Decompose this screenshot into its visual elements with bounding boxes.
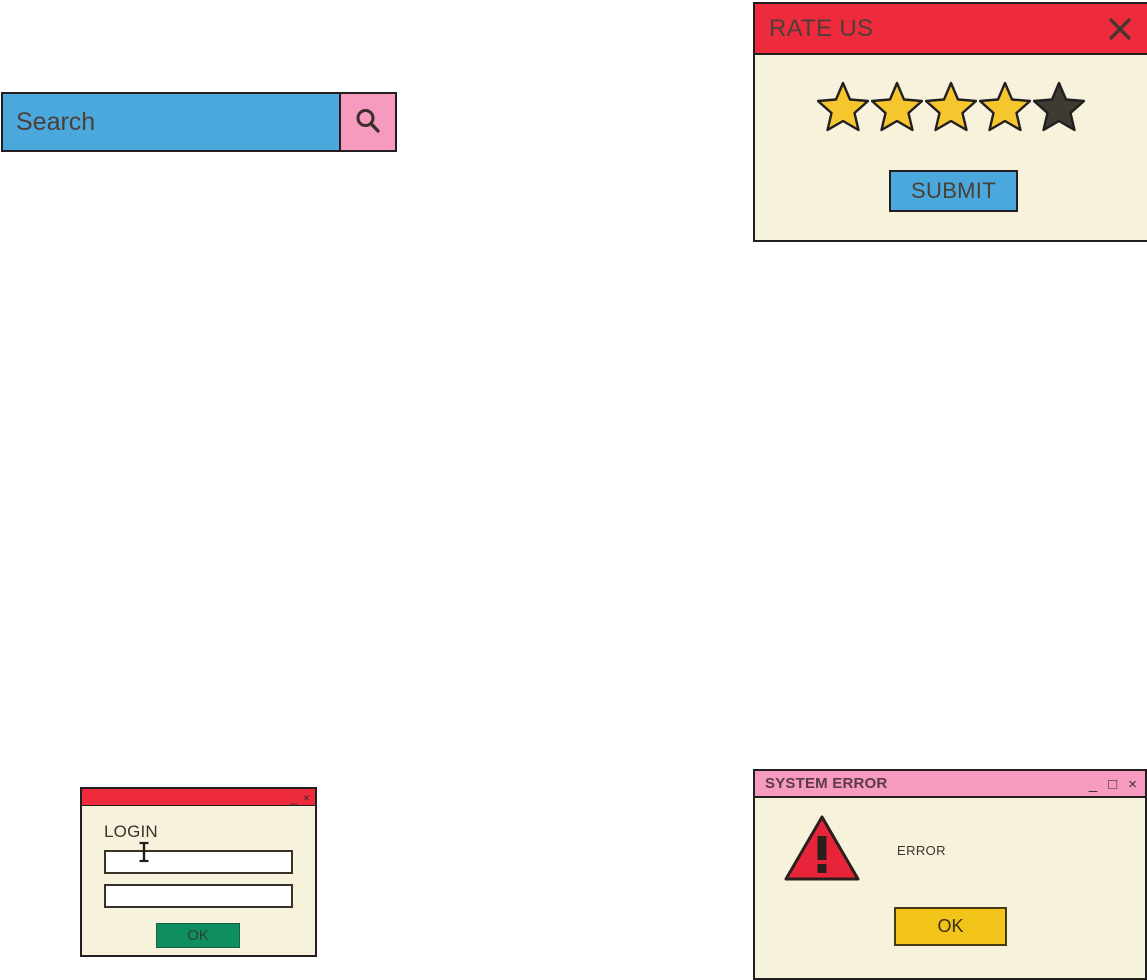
login-titlebar: _ × (82, 789, 315, 806)
search-bar[interactable] (1, 92, 397, 152)
rate-us-titlebar: RATE US (755, 4, 1147, 55)
close-button[interactable]: × (1128, 777, 1137, 792)
search-button[interactable] (339, 94, 395, 150)
search-input[interactable] (3, 94, 339, 150)
star-icon-5[interactable] (1033, 80, 1085, 132)
login-ok-button[interactable]: OK (156, 923, 240, 948)
star-icon-2[interactable] (871, 80, 923, 132)
system-error-titlebar: SYSTEM ERROR _ □ × (755, 771, 1145, 798)
star-icon-3[interactable] (925, 80, 977, 132)
login-dialog: _ × LOGIN OK (80, 787, 317, 957)
system-error-dialog: SYSTEM ERROR _ □ × ERROR OK (753, 769, 1147, 980)
system-error-window-controls: _ □ × (1089, 771, 1137, 798)
login-heading: LOGIN (104, 822, 158, 841)
close-button[interactable]: × (303, 792, 310, 804)
maximize-button[interactable]: □ (1108, 777, 1117, 792)
system-error-title: SYSTEM ERROR (765, 775, 888, 792)
password-field[interactable] (104, 884, 293, 908)
rate-us-title: RATE US (769, 14, 874, 42)
login-window-controls: _ × (290, 789, 310, 806)
username-field[interactable] (104, 850, 293, 874)
minimize-button[interactable]: _ (1089, 777, 1097, 792)
star-icon-4[interactable] (979, 80, 1031, 132)
error-message: ERROR (897, 843, 946, 858)
star-icon-1[interactable] (817, 80, 869, 132)
system-error-ok-button[interactable]: OK (894, 907, 1007, 946)
star-rating[interactable] (755, 80, 1147, 132)
close-icon[interactable] (1107, 16, 1133, 42)
submit-button[interactable]: SUBMIT (889, 170, 1018, 212)
rate-us-dialog: RATE US SUBMIT (753, 2, 1147, 242)
warning-triangle-icon (783, 814, 861, 882)
search-icon (353, 106, 383, 139)
minimize-button[interactable]: _ (290, 792, 297, 804)
